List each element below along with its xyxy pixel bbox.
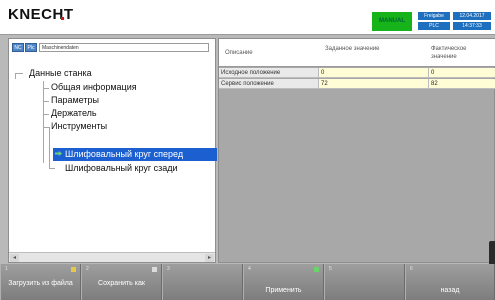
tree-connector	[49, 168, 55, 169]
save-as-button[interactable]: 2 Сохранить как	[81, 264, 162, 300]
row-set-value[interactable]: 0	[319, 68, 429, 78]
apply-button[interactable]: 4 Применить	[243, 264, 324, 300]
load-from-file-button[interactable]: 1 Загрузить из файла	[0, 264, 81, 300]
table-row[interactable]: Исходное положение 0 0	[219, 68, 495, 78]
tree-item-general-info[interactable]: Общая информация	[51, 82, 137, 92]
plc-release-label: Freigabe	[418, 12, 450, 20]
softkey-label: Загрузить из файла	[8, 280, 73, 287]
row-set-value[interactable]: 72	[319, 79, 429, 89]
softkey-number: 4	[248, 266, 251, 272]
tree-connector	[43, 88, 49, 89]
date-label: 12.04.2017	[453, 12, 491, 20]
horizontal-scrollbar[interactable]: ◂ ▸	[9, 252, 215, 262]
softkey-label: назад	[440, 287, 460, 294]
softkey-number: 3	[167, 266, 170, 272]
column-header-set-value: Заданное значение	[325, 46, 380, 52]
plc-label: PLC	[418, 22, 450, 30]
softkey-number: 5	[329, 266, 332, 272]
row-description: Сервис положение	[219, 79, 319, 89]
tree-connector	[49, 127, 50, 168]
knecht-logo: KNECHT	[8, 6, 74, 23]
softkey-number: 6	[410, 266, 413, 272]
tree-path-field[interactable]: Maschinendaten	[39, 43, 209, 52]
tree-item-holder[interactable]: Держатель	[51, 108, 97, 118]
save-icon	[152, 267, 157, 272]
folder-icon	[71, 267, 76, 272]
tree-root-machine-data[interactable]: Данные станка	[29, 68, 92, 78]
machine-data-tree-panel: NC Plc Maschinendaten Данные станка Обща…	[8, 38, 217, 263]
tree-connector	[43, 81, 44, 163]
softkey-number: 2	[86, 266, 89, 272]
logo-dot	[61, 17, 64, 20]
tree-item-label: Шлифовальный круг сперед	[65, 149, 184, 159]
table-row[interactable]: Сервис положение 72 82	[219, 79, 495, 89]
column-header-description: Описание	[225, 50, 253, 56]
softkey-number: 1	[5, 266, 8, 272]
row-actual-value: 82	[429, 79, 495, 89]
softkey-label: Применить	[265, 287, 302, 294]
column-header-actual-value: Фактическое значение	[431, 46, 467, 60]
tree-connector	[43, 114, 49, 115]
softkey-5-button[interactable]: 5	[324, 264, 405, 300]
tree-item-parameters[interactable]: Параметры	[51, 95, 99, 105]
tree-item-tools[interactable]: Инструменты	[51, 121, 107, 131]
parameter-table-panel: Описание Заданное значение Фактическое з…	[218, 38, 495, 263]
row-actual-value: 0	[429, 68, 495, 78]
tree-item-front-wheel[interactable]: Шлифовальный круг сперед	[53, 148, 217, 161]
arrow-right-icon	[55, 151, 62, 156]
softkey-3-button[interactable]: 3	[162, 264, 243, 300]
softkey-bar: 1 Загрузить из файла 2 Сохранить как 3 4…	[0, 264, 495, 300]
plc-filter-button[interactable]: Plc	[25, 43, 37, 52]
back-button[interactable]: 6 назад	[405, 264, 495, 300]
header-bar: KNECHT MANUAL Freigabe PLC 12.04.2017 14…	[0, 0, 495, 35]
scroll-right-icon[interactable]: ▸	[205, 254, 214, 262]
time-label: 14:37:33	[453, 22, 491, 30]
softkey-label: Сохранить как	[98, 280, 145, 287]
tree-item-rear-wheel[interactable]: Шлифовальный круг сзади	[65, 163, 178, 173]
nc-filter-button[interactable]: NC	[12, 43, 24, 52]
table-header: Описание Заданное значение Фактическое з…	[219, 39, 495, 67]
mode-status-badge: MANUAL	[372, 12, 412, 31]
tree-connector	[15, 73, 23, 74]
check-icon	[314, 267, 319, 272]
row-description: Исходное положение	[219, 68, 319, 78]
scroll-left-icon[interactable]: ◂	[10, 254, 19, 262]
tree-connector	[43, 101, 49, 102]
